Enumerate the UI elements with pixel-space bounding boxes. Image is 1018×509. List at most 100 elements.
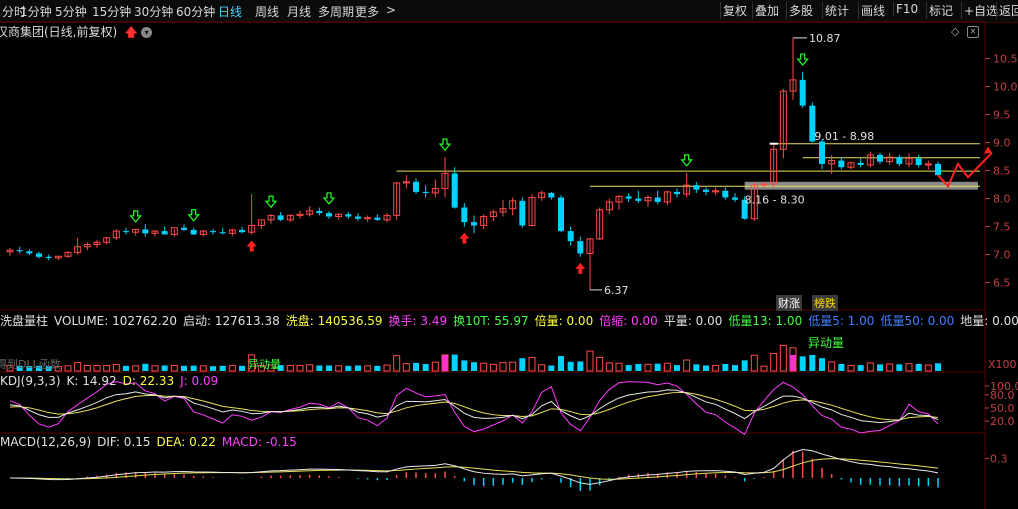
vol-bar-41 [402,363,410,372]
vol-header-item-2: 启动: 127613.38 [183,314,280,328]
green-down-arrow-0 [129,210,142,223]
vol-header-item-0: 洗盘量柱 [0,314,49,328]
kdj-d-line [9,391,939,421]
candle-body-57 [558,197,564,232]
candle-body-36 [355,216,361,219]
candle-body-22 [219,232,226,234]
macd-dea-line [9,458,939,480]
vol-bar-64 [625,365,632,371]
vol-bar-84 [819,358,825,371]
vol-bar-35 [345,365,352,371]
vol-bar-85 [828,361,836,372]
kdj-header-item-2: D: 22.33 [122,374,175,388]
price-tick-2: 7.5 [993,221,1011,234]
vol-bar-24 [239,365,245,371]
vol-bar-67 [654,363,661,371]
candle-body-24 [239,229,245,233]
vol-bar-37 [364,365,372,372]
vol-bar-14 [142,363,149,371]
high-label: 10.87 [809,32,841,45]
vol-header-item-12: 地量: 0.00 [960,314,1018,328]
vol-bar-70 [683,359,691,372]
vol-header-item-11: 低量50: 0.00 [880,314,955,328]
green-down-arrow-4 [438,138,452,152]
vol-bar-16 [161,365,168,371]
candle-body-21 [210,231,216,233]
vol-bar-89 [866,362,874,372]
kdj-tick-3: 100.0 [990,380,1018,393]
vol-bar-11 [112,364,120,372]
vol-bar-93 [905,363,913,372]
vol-bar-57 [558,355,564,371]
candle-body-64 [625,196,632,199]
candle-body-14 [142,229,149,234]
vol-bar-65 [635,363,642,371]
candle-body-12 [123,231,129,233]
candle-body-58 [567,231,574,242]
candle-body-56 [548,193,555,198]
vol-bar-8 [83,364,91,372]
kdj-indicator-header: KDJ(9,3,3) K: 14.92 D: 22.33 J: 0.09 [0,374,224,390]
vol-bar-21 [210,366,216,371]
green-down-arrow-3 [322,192,336,205]
vol-bar-30 [296,364,304,372]
price-tick-5: 9.0 [993,137,1011,150]
badge-bang: 榜跌 [812,295,838,311]
candle-body-42 [413,181,419,192]
vol-tag-1: 异动量 [248,358,281,371]
vol-bar-13 [132,365,140,372]
vol-bar-55 [538,364,546,372]
kdj-header-item-1: K: 14.92 [66,374,117,388]
vol-bar-52 [509,361,517,372]
vol-bar-39 [383,364,391,372]
vol-bar-34 [335,365,343,372]
candle-body-4 [45,256,52,258]
candle-body-94 [915,158,922,165]
low-label: 6.37 [604,284,629,297]
chart-canvas: 6.5 7.0 7.5 8.0 8.5 9.0 9.5 10.0 10.5 10.87 6.37 9.… [0,21,1018,509]
vol-bar-90 [877,364,883,371]
vol-bar-48 [471,362,477,371]
vol-bar-19 [190,365,197,371]
price-tick-7: 10.0 [993,81,1018,94]
candle-body-75 [732,197,738,200]
vol-bar-12 [123,365,129,371]
green-down-arrow-1 [187,209,200,222]
vol-tag-2: 异动量 [808,336,844,350]
candle-body-86 [838,160,845,168]
candle-body-38 [374,217,381,220]
vol-bar-15 [151,365,159,372]
macd-header-item-0: MACD(12,26,9) [0,435,92,449]
vol-bar-9 [93,364,101,372]
vol-bar-22 [219,365,226,371]
vol-bar-75 [732,365,738,371]
vol-bar-33 [326,365,332,371]
vol-bar-73 [712,364,720,372]
candle-body-65 [635,198,642,201]
vol-bar-38 [374,365,381,371]
vol-bar-40 [393,355,401,372]
vol-bar-53 [519,358,526,371]
vol-bar-92 [896,364,903,371]
kdj-tick-1: 50.0 [990,402,1015,415]
vol-bar-72 [703,365,709,371]
vol-header-item-4: 换手: 3.49 [388,314,448,328]
macd-header-item-1: DIF: 0.15 [97,435,151,449]
vol-header-item-7: 倍缩: 0.00 [599,314,658,328]
vol-bar-60 [586,350,594,372]
vol-bar-58 [567,361,574,371]
candle-body-1 [16,250,23,252]
vol-bar-43 [422,363,429,371]
vol-bar-68 [663,362,671,372]
volume-overlay-text: 得到DLL函数 [0,358,61,371]
vol-bar-47 [461,360,468,371]
vol-bar-94 [915,363,922,371]
green-down-arrow-6 [796,53,809,66]
kdj-k-line [9,389,939,424]
vol-bar-95 [924,364,932,372]
candle-body-74 [722,190,729,198]
candle-body-47 [461,207,468,223]
vol-bar-44 [431,361,439,372]
vol-bar-79 [770,352,778,372]
price-tick-3: 8.0 [993,193,1011,206]
